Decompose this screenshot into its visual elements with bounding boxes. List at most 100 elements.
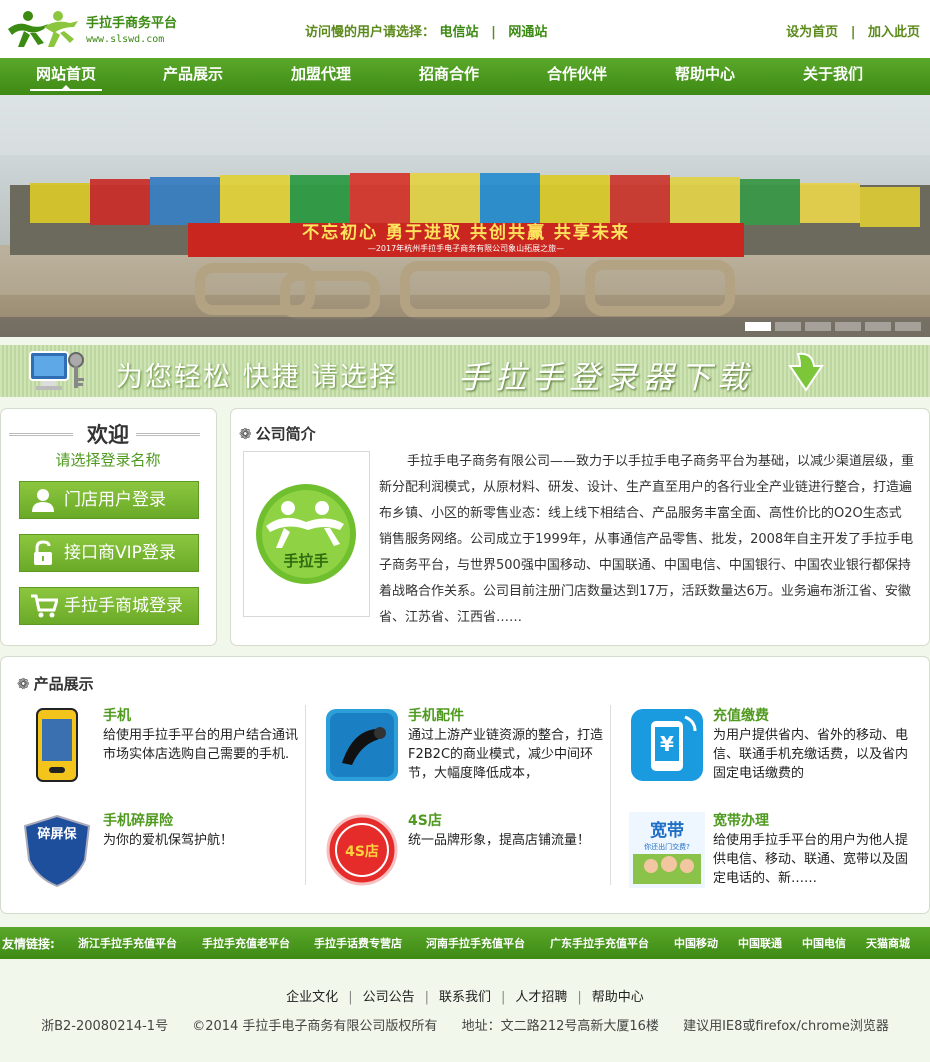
footer-separator: |: [424, 990, 429, 1005]
mirror-separator: |: [491, 25, 496, 40]
welcome-subtitle: 请选择登录名称: [55, 451, 161, 469]
friend-link[interactable]: 手拉手充值老平台: [202, 935, 290, 951]
footer-link-help[interactable]: 帮助中心: [592, 990, 644, 1005]
company-logo-image: 手拉手: [243, 451, 370, 617]
product-broadband[interactable]: 宽带 你还出门交费? 宽带办理 给使用手拉手平台的用户为他人提供电信、移动、联通…: [629, 812, 913, 902]
footer-separator: |: [348, 990, 353, 1005]
friend-link[interactable]: 河南手拉手充值平台: [426, 935, 525, 951]
slider-dot-5[interactable]: [865, 322, 891, 331]
footer-info: 浙B2-20080214-1号 ©2014 手拉手电子商务有限公司版权所有 地址…: [0, 1015, 930, 1034]
mirror-prompt: 访问慢的用户请选择：: [305, 25, 436, 40]
slider-dot-6[interactable]: [895, 322, 921, 331]
logo-icon[interactable]: [4, 7, 82, 51]
main-nav: 网站首页 产品展示 加盟代理 招商合作 合作伙伴 帮助中心 关于我们: [0, 58, 930, 95]
product-desc: 为用户提供省内、省外的移动、电信、联通手机充缴话费，以及省内固定电话缴费的: [713, 728, 909, 781]
banner-crowd-photo: [10, 173, 930, 255]
browser-note: 建议用IE8或firefox/chrome浏览器: [683, 1019, 889, 1034]
screen-icon-text: 碎屏保: [37, 826, 77, 842]
intro-section-title: ❁ 公司简介: [239, 423, 316, 444]
product-screen-insurance[interactable]: 碎屏保 手机碎屏险 为你的爱机保驾护航！: [19, 812, 303, 902]
broadband-icon-text: 宽带: [650, 820, 684, 841]
slider-dot-1[interactable]: [745, 322, 771, 331]
product-phone[interactable]: 手机 给使用手拉手平台的用户结合通讯市场实体店选购自己需要的手机.: [19, 707, 303, 797]
store-icon-text: 4S店: [345, 843, 379, 860]
phone-icon: [19, 707, 95, 783]
top-links: 设为首页 | 加入此页: [786, 21, 920, 40]
4s-store-icon: 4S店: [324, 812, 400, 888]
footer-link-notice[interactable]: 公司公告: [363, 990, 415, 1005]
download-arrow-icon[interactable]: [786, 352, 824, 392]
product-desc: 为你的爱机保驾护航！: [103, 833, 234, 848]
products-title-text: 产品展示: [33, 675, 94, 693]
broadband-icon-subtext: 你还出门交费?: [644, 842, 690, 851]
icp-number: 浙B2-20080214-1号: [41, 1019, 169, 1034]
headset-icon: [326, 709, 398, 781]
user-icon: [32, 489, 54, 512]
friend-link[interactable]: 手拉手话费专营店: [314, 935, 402, 951]
product-name[interactable]: 充值缴费: [713, 705, 769, 725]
nav-item-products[interactable]: 产品展示: [159, 58, 227, 95]
product-desc: 给使用手拉手平台的用户结合通讯市场实体店选购自己需要的手机.: [103, 728, 299, 762]
friend-link[interactable]: 天猫商城: [866, 935, 910, 951]
download-link[interactable]: 手拉手登录器下载: [458, 352, 754, 397]
mirror-netcom-link[interactable]: 网通站: [508, 21, 547, 40]
product-accessories[interactable]: 手机配件 通过上游产业链资源的整合，打造F2B2C的商业模式，减少中间环节，大幅…: [324, 707, 608, 797]
product-recharge[interactable]: ¥ 充值缴费 为用户提供省内、省外的移动、电信、联通手机充缴话费，以及省内固定电…: [629, 707, 913, 797]
top-links-separator: |: [850, 25, 856, 40]
slider-dot-2[interactable]: [775, 322, 801, 331]
product-name[interactable]: 手机碎屏险: [103, 810, 173, 830]
product-name[interactable]: 宽带办理: [713, 810, 769, 830]
friend-links-bar: 友情链接: 浙江手拉手充值平台 手拉手充值老平台 手拉手话费专营店 河南手拉手充…: [0, 927, 930, 959]
friend-link[interactable]: 中国移动: [674, 935, 718, 951]
friend-link[interactable]: 中国联通: [738, 935, 782, 951]
slider-dot-4[interactable]: [835, 322, 861, 331]
sand-shape: [280, 271, 380, 319]
nav-item-about[interactable]: 关于我们: [799, 58, 867, 95]
shopping-cart-icon: [31, 594, 58, 618]
sand-shape: [400, 261, 560, 319]
product-4s-store[interactable]: 4S店 4S店 统一品牌形象，提高店铺流量！: [324, 812, 608, 902]
products-section-title: ❁ 产品展示: [17, 673, 94, 694]
friend-link[interactable]: 广东手拉手充值平台: [550, 935, 649, 951]
gear-icon: ❁: [17, 675, 30, 693]
product-desc: 给使用手拉手平台的用户为他人提供电信、移动、联通、宽带以及固定电话的、新……: [713, 833, 909, 886]
column-divider: [610, 705, 611, 885]
banner-slider[interactable]: 不忘初心 勇于进取 共创共赢 共享未来 —2017年杭州手拉手电子商务有限公司象…: [0, 95, 930, 337]
broadband-icon: 宽带 你还出门交费?: [629, 812, 705, 888]
set-home-link[interactable]: 设为首页: [786, 25, 838, 40]
site-url: www.slswd.com: [86, 34, 165, 45]
footer-link-culture[interactable]: 企业文化: [286, 990, 338, 1005]
nav-item-franchise[interactable]: 加盟代理: [287, 58, 355, 95]
nav-item-business[interactable]: 招商合作: [415, 58, 483, 95]
slider-dot-3[interactable]: [805, 322, 831, 331]
gear-icon: ❁: [239, 425, 252, 443]
mirror-telecom-link[interactable]: 电信站: [440, 21, 479, 40]
vip-login-button[interactable]: 接口商VIP登录: [19, 534, 199, 572]
footer-separator: |: [501, 990, 506, 1005]
column-divider: [305, 705, 306, 885]
products-panel: ❁ 产品展示 手机 给使用手拉手平台的用户结合通讯市场实体店选购自己需要的手机. …: [0, 656, 930, 914]
friend-link[interactable]: 中国电信: [802, 935, 846, 951]
footer-link-jobs[interactable]: 人才招聘: [515, 990, 567, 1005]
footer-link-contact[interactable]: 联系我们: [439, 990, 491, 1005]
login-panel: 欢迎 请选择登录名称 门店用户登录 接口商VIP登录 手拉手商城登录: [0, 408, 217, 646]
nav-item-help[interactable]: 帮助中心: [671, 58, 739, 95]
product-name[interactable]: 4S店: [408, 810, 442, 830]
welcome-title: 欢迎: [87, 423, 129, 447]
banner-slogan-text: 不忘初心 勇于进取 共创共赢 共享未来: [302, 223, 630, 243]
nav-item-partners[interactable]: 合作伙伴: [543, 58, 611, 95]
add-favorite-link[interactable]: 加入此页: [868, 25, 920, 40]
store-user-login-button[interactable]: 门店用户登录: [19, 481, 199, 519]
company-logo-text: 手拉手: [283, 552, 328, 570]
header: 手拉手商务平台 www.slswd.com 访问慢的用户请选择： 电信站 | 网…: [0, 0, 930, 58]
nav-item-home[interactable]: 网站首页: [30, 58, 102, 95]
yuan-phone-icon: ¥: [631, 709, 703, 781]
footer-separator: |: [577, 990, 582, 1005]
product-name[interactable]: 手机: [103, 705, 131, 725]
product-name[interactable]: 手机配件: [408, 705, 464, 725]
product-desc: 通过上游产业链资源的整合，打造F2B2C的商业模式，减少中间环节，大幅度降低成本…: [408, 728, 604, 781]
friend-link[interactable]: 浙江手拉手充值平台: [78, 935, 177, 951]
mall-login-button[interactable]: 手拉手商城登录: [19, 587, 199, 625]
download-band-text: 为您轻松 快捷 请选择: [116, 362, 399, 393]
product-desc: 统一品牌形象，提高店铺流量！: [408, 833, 591, 848]
